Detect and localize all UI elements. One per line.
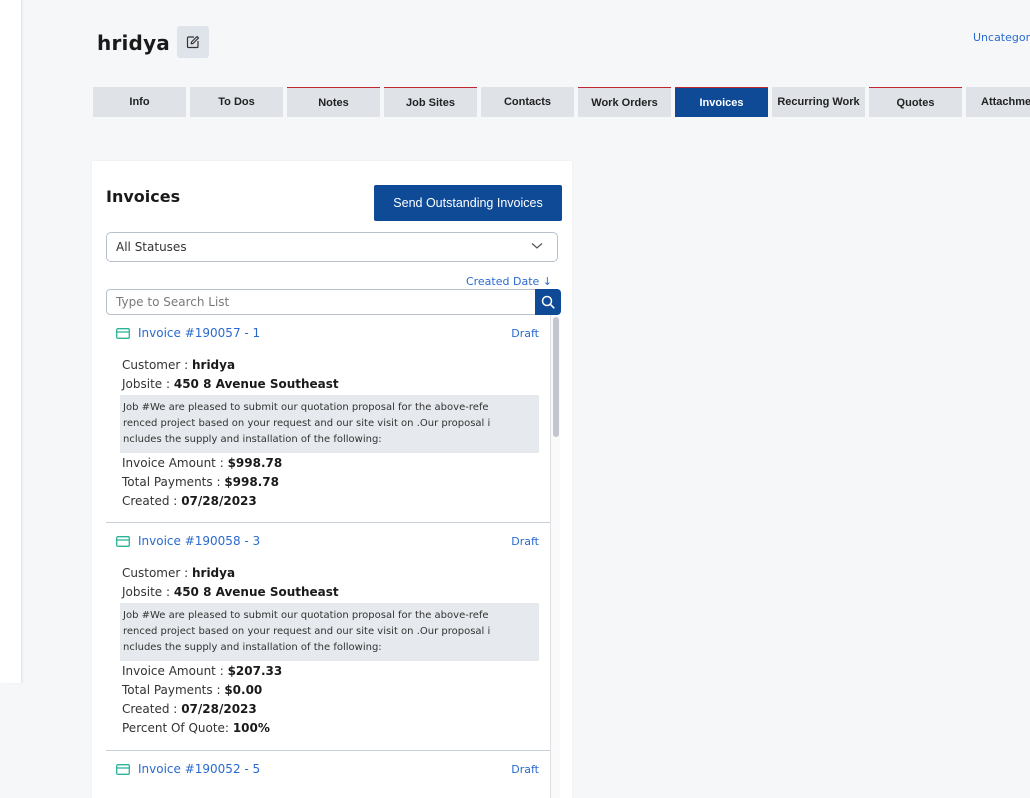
invoice-description: Job #We are pleased to submit our quotat… bbox=[120, 395, 539, 453]
credit-card-icon bbox=[116, 535, 130, 547]
total-payments-value: $0.00 bbox=[224, 683, 263, 697]
sort-by-created-date[interactable]: Created Date ↓ bbox=[466, 275, 552, 288]
tab-info[interactable]: Info bbox=[93, 87, 186, 117]
invoice-description: Job #We are pleased to submit our quotat… bbox=[120, 603, 539, 661]
invoice-title-link[interactable]: Invoice #190052 - 5 bbox=[138, 762, 260, 776]
invoices-heading: Invoices bbox=[106, 187, 181, 206]
chevron-down-icon bbox=[531, 243, 543, 249]
invoice-title-link[interactable]: Invoice #190058 - 3 bbox=[138, 534, 260, 548]
invoice-list: Invoice #190057 - 1 Draft Customer : hri… bbox=[106, 315, 550, 798]
edit-pencil-icon bbox=[186, 35, 200, 49]
search-button[interactable] bbox=[535, 289, 561, 315]
tab-quotes[interactable]: Quotes bbox=[869, 87, 962, 117]
jobsite-row: Jobsite : 450 8 Avenue Southeast bbox=[122, 585, 339, 599]
credit-card-icon bbox=[116, 327, 130, 339]
invoice-list-item[interactable]: Invoice #190057 - 1 Draft Customer : hri… bbox=[106, 315, 550, 523]
invoice-amount-value: $998.78 bbox=[227, 456, 283, 470]
invoice-list-item[interactable]: Invoice #190058 - 3 Draft Customer : hri… bbox=[106, 523, 550, 751]
jobsite-value: 450 8 Avenue Southeast bbox=[173, 585, 339, 599]
customer-row: Customer : hridya bbox=[122, 358, 236, 372]
jobsite-value: 450 8 Avenue Southeast bbox=[173, 377, 339, 391]
invoice-list-scrollbar[interactable] bbox=[550, 315, 560, 798]
customer-row: Customer : hridya bbox=[122, 566, 236, 580]
status-filter-select[interactable]: All Statuses bbox=[106, 232, 558, 262]
tab-invoices[interactable]: Invoices bbox=[675, 87, 768, 117]
tab-work-orders[interactable]: Work Orders bbox=[578, 87, 671, 117]
tab-notes[interactable]: Notes bbox=[287, 87, 380, 117]
customer-name-title: hridya bbox=[97, 31, 171, 55]
total-payments-row: Total Payments : $998.78 bbox=[122, 475, 279, 489]
customer-value: hridya bbox=[191, 358, 236, 372]
invoices-card: Invoices Send Outstanding Invoices All S… bbox=[92, 161, 572, 798]
tab-bar: Info To Dos Notes Job Sites Contacts Wor… bbox=[93, 87, 1030, 117]
scrollbar-thumb[interactable] bbox=[553, 317, 559, 437]
send-outstanding-invoices-button[interactable]: Send Outstanding Invoices bbox=[374, 185, 562, 221]
category-link[interactable]: Uncategori bbox=[973, 31, 1030, 44]
tab-attachments[interactable]: Attachmen bbox=[966, 87, 1030, 117]
status-filter-value: All Statuses bbox=[116, 240, 187, 254]
invoice-amount-row: Invoice Amount : $998.78 bbox=[122, 456, 283, 470]
search-icon bbox=[541, 295, 555, 309]
created-value: 07/28/2023 bbox=[181, 494, 257, 508]
total-payments-value: $998.78 bbox=[224, 475, 279, 489]
invoice-amount-value: $207.33 bbox=[227, 664, 283, 678]
percent-of-quote-row: Percent Of Quote: 100% bbox=[122, 721, 270, 735]
invoice-amount-row: Invoice Amount : $207.33 bbox=[122, 664, 283, 678]
created-row: Created : 07/28/2023 bbox=[122, 702, 257, 716]
credit-card-icon bbox=[116, 763, 130, 775]
invoice-status-badge: Draft bbox=[511, 535, 539, 548]
invoice-status-badge: Draft bbox=[511, 327, 539, 340]
customer-value: hridya bbox=[191, 566, 236, 580]
tab-to-dos[interactable]: To Dos bbox=[190, 87, 283, 117]
created-value: 07/28/2023 bbox=[181, 702, 257, 716]
edit-customer-button[interactable] bbox=[177, 26, 209, 58]
left-sidebar-panel bbox=[0, 0, 22, 683]
tab-contacts[interactable]: Contacts bbox=[481, 87, 574, 117]
total-payments-row: Total Payments : $0.00 bbox=[122, 683, 263, 697]
invoice-title-link[interactable]: Invoice #190057 - 1 bbox=[138, 326, 260, 340]
tab-recurring-work[interactable]: Recurring Work bbox=[772, 87, 865, 117]
created-row: Created : 07/28/2023 bbox=[122, 494, 257, 508]
search-list-input[interactable] bbox=[106, 289, 537, 315]
invoice-status-badge: Draft bbox=[511, 763, 539, 776]
jobsite-row: Jobsite : 450 8 Avenue Southeast bbox=[122, 377, 339, 391]
tab-job-sites[interactable]: Job Sites bbox=[384, 87, 477, 117]
invoice-list-item[interactable]: Invoice #190052 - 5 Draft bbox=[106, 751, 550, 798]
percent-of-quote-value: 100% bbox=[232, 721, 270, 735]
